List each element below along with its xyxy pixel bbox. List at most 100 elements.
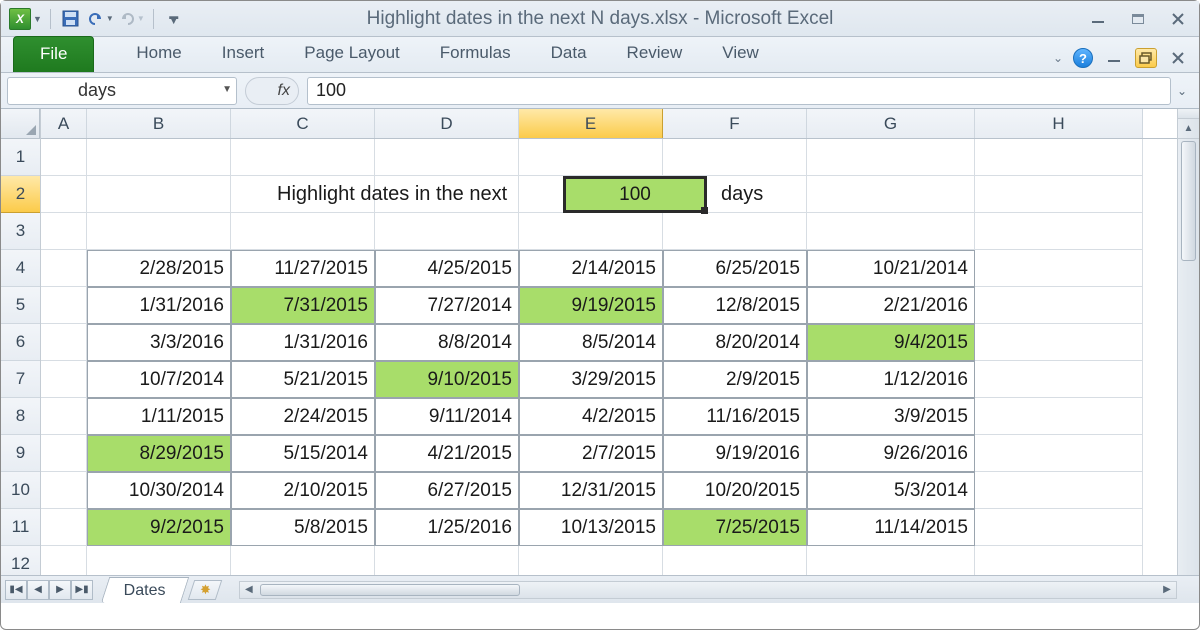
scroll-left-button[interactable]: ◀ [240, 584, 258, 595]
help-button[interactable]: ? [1073, 48, 1093, 68]
cell[interactable] [975, 287, 1143, 324]
cell[interactable] [87, 213, 231, 250]
minimize-button[interactable] [1085, 9, 1111, 29]
cell[interactable]: 9/26/2016 [807, 435, 975, 472]
cell[interactable]: 5/3/2014 [807, 472, 975, 509]
cell[interactable]: 5/21/2015 [231, 361, 375, 398]
row-header-1[interactable]: 1 [1, 139, 40, 176]
cell[interactable] [41, 361, 87, 398]
cell[interactable]: 11/27/2015 [231, 250, 375, 287]
column-header-H[interactable]: H [975, 109, 1143, 138]
next-sheet-button[interactable]: ▶ [49, 580, 71, 600]
row-header-5[interactable]: 5 [1, 287, 40, 324]
cell[interactable] [231, 213, 375, 250]
cell[interactable]: 2/28/2015 [87, 250, 231, 287]
cell[interactable] [519, 139, 663, 176]
formula-input[interactable]: 100 [307, 77, 1171, 105]
scroll-up-button[interactable]: ▲ [1178, 119, 1199, 139]
cell[interactable] [975, 250, 1143, 287]
cell[interactable] [975, 213, 1143, 250]
column-header-C[interactable]: C [231, 109, 375, 138]
cell[interactable]: 4/21/2015 [375, 435, 519, 472]
cell[interactable]: 12/8/2015 [663, 287, 807, 324]
cell[interactable]: 4/2/2015 [519, 398, 663, 435]
cell[interactable]: 1/25/2016 [375, 509, 519, 546]
cell[interactable]: 3/3/2016 [87, 324, 231, 361]
cell[interactable]: 9/11/2014 [375, 398, 519, 435]
cell[interactable]: 7/25/2015 [663, 509, 807, 546]
cell[interactable]: 8/20/2014 [663, 324, 807, 361]
cell[interactable] [41, 509, 87, 546]
horizontal-scrollbar[interactable]: ◀ ▶ [239, 581, 1177, 599]
row-header-3[interactable]: 3 [1, 213, 40, 250]
cell[interactable] [87, 176, 231, 213]
scroll-thumb[interactable] [1181, 141, 1196, 261]
cell[interactable]: 7/27/2014 [375, 287, 519, 324]
cell[interactable]: 10/20/2015 [663, 472, 807, 509]
cells-area[interactable]: Highlight dates in the next 100 days 2/2… [41, 139, 1177, 583]
cell[interactable]: 8/5/2014 [519, 324, 663, 361]
row-header-9[interactable]: 9 [1, 435, 40, 472]
cell[interactable] [807, 176, 975, 213]
scroll-thumb[interactable] [260, 584, 520, 596]
tab-formulas[interactable]: Formulas [420, 37, 531, 72]
prev-sheet-button[interactable]: ◀ [27, 580, 49, 600]
save-button[interactable] [59, 7, 83, 31]
sheet-tab-dates[interactable]: Dates [101, 577, 189, 603]
column-header-G[interactable]: G [807, 109, 975, 138]
cell[interactable] [41, 472, 87, 509]
cell[interactable]: 11/16/2015 [663, 398, 807, 435]
cell[interactable] [41, 287, 87, 324]
days-input-cell[interactable]: 100 [563, 176, 707, 213]
cell[interactable]: 9/19/2016 [663, 435, 807, 472]
cell[interactable] [975, 472, 1143, 509]
tab-review[interactable]: Review [607, 37, 703, 72]
cell[interactable] [663, 213, 807, 250]
mdi-close-button[interactable] [1167, 49, 1189, 67]
file-tab[interactable]: File [13, 36, 94, 72]
cell[interactable]: 9/19/2015 [519, 287, 663, 324]
row-header-2[interactable]: 2 [1, 176, 40, 213]
cell[interactable] [41, 398, 87, 435]
cell[interactable]: 12/31/2015 [519, 472, 663, 509]
select-all-button[interactable] [1, 109, 40, 139]
column-header-F[interactable]: F [663, 109, 807, 138]
cell[interactable]: 2/7/2015 [519, 435, 663, 472]
tab-data[interactable]: Data [531, 37, 607, 72]
cell[interactable]: 2/10/2015 [231, 472, 375, 509]
cell[interactable] [41, 139, 87, 176]
cell[interactable]: 1/31/2016 [87, 287, 231, 324]
cell[interactable]: 6/25/2015 [663, 250, 807, 287]
cell[interactable] [41, 176, 87, 213]
cell[interactable] [975, 509, 1143, 546]
customize-qat-button[interactable]: ▬▼ [162, 7, 186, 31]
name-box[interactable]: days ▼ [7, 77, 237, 105]
cell[interactable]: 5/15/2014 [231, 435, 375, 472]
tab-view[interactable]: View [702, 37, 779, 72]
tab-insert[interactable]: Insert [202, 37, 285, 72]
new-sheet-button[interactable]: ✸ [188, 580, 222, 600]
cell[interactable]: 10/30/2014 [87, 472, 231, 509]
cell[interactable] [375, 139, 519, 176]
cell[interactable] [975, 139, 1143, 176]
cell[interactable]: 7/31/2015 [231, 287, 375, 324]
cell[interactable] [975, 176, 1143, 213]
cell[interactable]: 9/4/2015 [807, 324, 975, 361]
cell[interactable]: 6/27/2015 [375, 472, 519, 509]
redo-button[interactable]: ▼ [118, 7, 145, 31]
mdi-minimize-button[interactable] [1103, 49, 1125, 67]
cell[interactable] [519, 213, 663, 250]
cell[interactable]: 1/31/2016 [231, 324, 375, 361]
cell[interactable]: 3/9/2015 [807, 398, 975, 435]
cell[interactable] [975, 324, 1143, 361]
cell[interactable]: 10/7/2014 [87, 361, 231, 398]
cell[interactable]: 1/11/2015 [87, 398, 231, 435]
tab-page-layout[interactable]: Page Layout [284, 37, 419, 72]
cell[interactable]: 3/29/2015 [519, 361, 663, 398]
row-header-4[interactable]: 4 [1, 250, 40, 287]
expand-formula-bar-button[interactable]: ⌄ [1171, 84, 1193, 98]
row-header-7[interactable]: 7 [1, 361, 40, 398]
column-header-D[interactable]: D [375, 109, 519, 138]
cell[interactable]: 2/14/2015 [519, 250, 663, 287]
cell[interactable]: 2/9/2015 [663, 361, 807, 398]
